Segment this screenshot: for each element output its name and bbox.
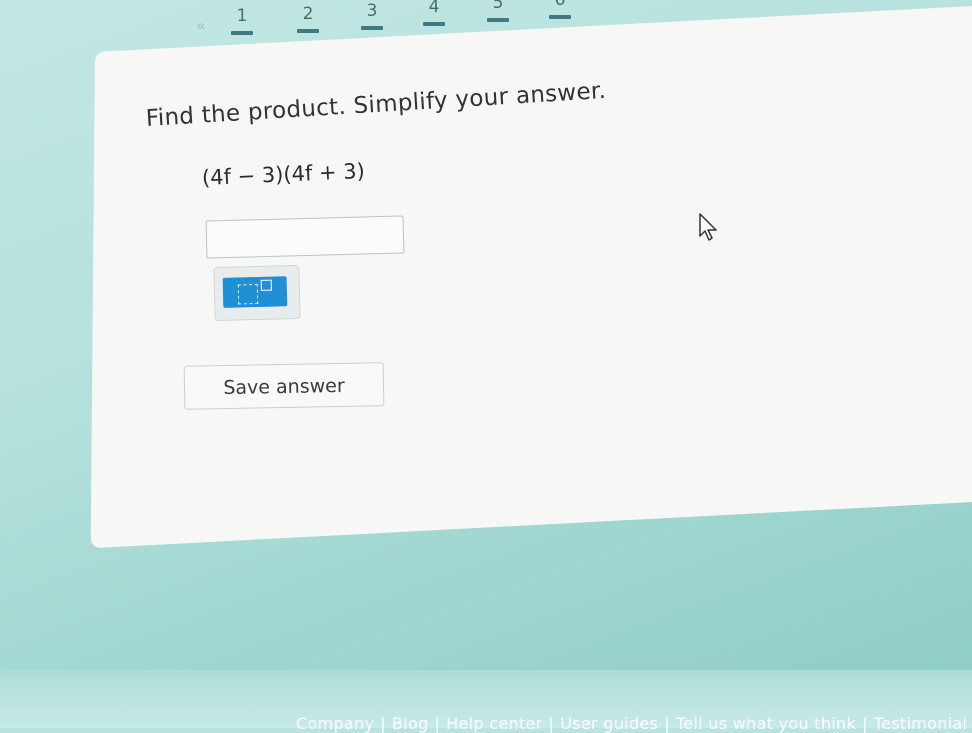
exponent-base-icon [237,283,259,305]
footer-link-company[interactable]: Company [296,714,374,733]
footer-link-user-guides[interactable]: User guides [560,714,658,733]
exponent-superscript-icon [260,279,272,291]
footer-separator: | [862,714,868,733]
question-prompt: Find the product. Simplify your answer. [145,77,607,132]
mouse-cursor-icon [699,213,717,241]
footer-separator: | [548,714,555,733]
footer-separator: | [380,714,386,733]
answer-input[interactable] [205,215,405,259]
footer-link-testimonial[interactable]: Testimonial [874,714,967,733]
footer-separator: | [434,714,441,733]
save-answer-button[interactable]: Save answer [183,362,385,410]
exponent-button[interactable] [222,276,288,308]
math-toolbar [213,264,301,322]
math-expression: (4f − 3)(4f + 3) [201,158,366,190]
footer-separator: | [664,714,670,733]
footer-link-help-center[interactable]: Help center [446,714,542,733]
footer-link-feedback[interactable]: Tell us what you think [676,714,856,733]
footer-links: Company | Blog | Help center | User guides | Tel… [296,714,967,733]
footer-link-blog[interactable]: Blog [392,714,429,733]
